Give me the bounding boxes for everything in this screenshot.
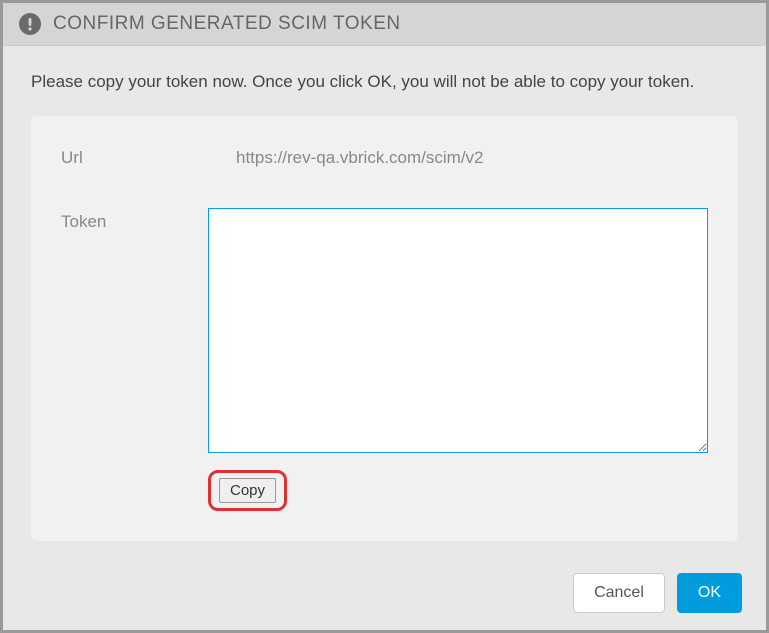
url-field-row: Url https://rev-qa.vbrick.com/scim/v2 (61, 144, 708, 168)
token-textarea[interactable] (208, 208, 708, 453)
url-value: https://rev-qa.vbrick.com/scim/v2 (236, 144, 484, 168)
token-label: Token (61, 208, 208, 232)
modal-title: CONFIRM GENERATED SCIM TOKEN (53, 13, 401, 35)
token-field-row: Token Copy (61, 208, 708, 511)
modal-footer: Cancel OK (3, 559, 766, 633)
token-area: Copy (208, 208, 708, 511)
alert-icon (19, 13, 41, 35)
instruction-text: Please copy your token now. Once you cli… (31, 70, 738, 94)
cancel-button[interactable]: Cancel (573, 573, 665, 613)
url-label: Url (61, 144, 236, 168)
copy-button[interactable]: Copy (219, 478, 276, 503)
confirm-token-modal: CONFIRM GENERATED SCIM TOKEN Please copy… (2, 2, 767, 631)
modal-header: CONFIRM GENERATED SCIM TOKEN (3, 3, 766, 46)
copy-button-highlight: Copy (208, 470, 708, 511)
content-box: Url https://rev-qa.vbrick.com/scim/v2 To… (31, 116, 738, 541)
ok-button[interactable]: OK (677, 573, 742, 613)
modal-body: Please copy your token now. Once you cli… (3, 46, 766, 559)
